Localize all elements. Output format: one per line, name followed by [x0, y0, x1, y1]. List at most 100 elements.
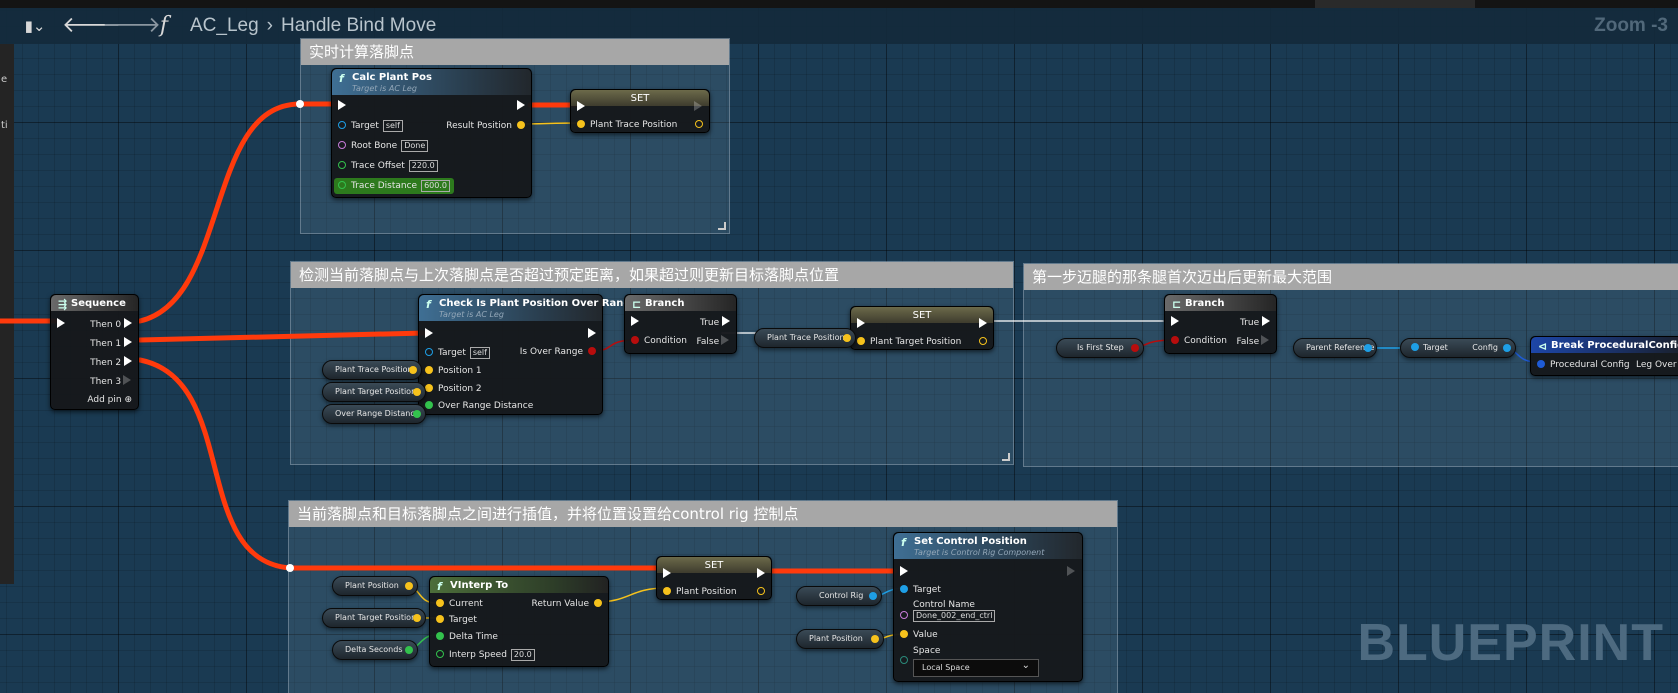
pin-label: Condition [1184, 336, 1227, 346]
output-pin[interactable] [974, 336, 987, 348]
exec-in-pin[interactable] [425, 328, 433, 341]
get-plant-trace-position[interactable]: Plant Trace Position [322, 360, 422, 380]
plant-target-position-pin[interactable]: Plant Target Position [857, 336, 961, 348]
exec-out-pin[interactable] [517, 100, 525, 113]
exec-out-pin[interactable] [1067, 566, 1076, 579]
position2-pin[interactable]: Position 2 [425, 383, 482, 395]
root-bone-pin[interactable]: Root Bone Done [338, 140, 429, 152]
interp-speed-value[interactable]: 20.0 [510, 649, 535, 661]
getter-label: Control Rig [819, 591, 864, 600]
condition-pin[interactable]: Condition [631, 335, 687, 347]
get-plant-target-position[interactable]: Plant Target Position [322, 382, 426, 402]
node-header: ⊏ Branch [625, 295, 736, 311]
then1-pin[interactable]: Then 1 [90, 337, 132, 350]
delta-time-pin[interactable]: Delta Time [436, 631, 498, 643]
control-name-value-row[interactable]: Done_002_end_ctrl [900, 610, 996, 622]
branch-node[interactable]: ⊏ Branch True Condition False [624, 294, 737, 354]
space-value-row[interactable]: Local Space [900, 656, 1039, 677]
pin-label: Plant Position [676, 587, 737, 597]
set-plant-trace-node[interactable]: SET Plant Trace Position [570, 89, 710, 133]
exec-in-pin[interactable] [857, 318, 865, 331]
true-pin[interactable]: True [1240, 316, 1270, 329]
target-pin[interactable]: Target self [425, 347, 490, 359]
get-is-first-step[interactable]: Is First Step [1056, 338, 1144, 358]
get-delta-seconds[interactable]: Delta Seconds [332, 640, 418, 660]
false-pin[interactable]: False [1237, 335, 1270, 348]
calc-plant-pos-node[interactable]: f Calc Plant Pos Target is AC Leg Target se… [331, 68, 532, 198]
value-pin[interactable]: Value [900, 629, 938, 641]
getter-label: Is First Step [1077, 343, 1124, 352]
check-over-range-node[interactable]: f Check Is Plant Position Over Range Targe… [418, 294, 637, 415]
is-over-range-pin[interactable]: Is Over Range [520, 346, 596, 358]
exec-in-pin[interactable] [338, 100, 346, 113]
over-range-distance-pin[interactable]: Over Range Distance [425, 400, 533, 412]
node-header: SET [851, 307, 993, 323]
exec-in-pin[interactable] [663, 568, 671, 581]
get-plant-trace-position[interactable]: Plant Trace Position [754, 328, 856, 348]
current-pin[interactable]: Current [436, 598, 483, 610]
exec-out-pin[interactable] [979, 318, 987, 331]
then2-pin[interactable]: Then 2 [90, 356, 132, 369]
exec-in-pin[interactable] [577, 101, 585, 114]
trace-distance-value[interactable]: 600.0 [421, 180, 450, 192]
set-plant-position-node[interactable]: SET Plant Position [656, 556, 772, 600]
branch-node[interactable]: ⊏ Branch True Condition False [1164, 294, 1277, 354]
get-plant-position[interactable]: Plant Position [332, 576, 418, 596]
plus-circle-icon: ⊕ [124, 395, 132, 405]
function-icon: f [901, 536, 906, 549]
reroute-knot[interactable] [286, 564, 294, 572]
position1-pin[interactable]: Position 1 [425, 365, 482, 377]
exec-out-pin[interactable] [757, 568, 765, 581]
blueprint-graph-canvas[interactable]: ▮⌄ 🡐 🡒 f AC_Leg › Handle Bind Move Zoom -3… [0, 0, 1678, 693]
trace-offset-pin[interactable]: Trace Offset 220.0 [338, 160, 438, 172]
return-value-pin[interactable]: Return Value [532, 598, 602, 610]
get-plant-position[interactable]: Plant Position [796, 629, 884, 649]
vinterp-to-node[interactable]: f VInterp To Current Return Value Target … [429, 576, 609, 667]
control-name-input[interactable]: Done_002_end_ctrl [913, 610, 996, 622]
space-dropdown[interactable]: Local Space [913, 658, 1039, 677]
reroute-knot[interactable] [296, 100, 304, 108]
output-pin[interactable] [690, 119, 703, 131]
trace-distance-pin[interactable]: Trace Distance 600.0 [334, 178, 454, 194]
then0-pin[interactable]: Then 0 [90, 318, 132, 331]
procedural-config-pin[interactable]: Procedural Config [1537, 359, 1630, 371]
interp-speed-pin[interactable]: Interp Speed 20.0 [436, 649, 535, 661]
result-position-pin[interactable]: Result Position [446, 120, 525, 132]
exec-in-pin[interactable] [631, 316, 639, 329]
exec-out-pin[interactable] [694, 101, 703, 114]
exec-in-pin[interactable] [900, 566, 908, 579]
add-pin-button[interactable]: Add pin ⊕ [87, 394, 132, 406]
exec-in-pin[interactable] [57, 318, 65, 331]
output-pin[interactable] [752, 586, 765, 598]
trace-offset-value[interactable]: 220.0 [408, 160, 438, 172]
true-pin[interactable]: True [700, 316, 730, 329]
getter-label: Plant Position [809, 634, 863, 643]
get-plant-target-position[interactable]: Plant Target Position [322, 608, 426, 628]
root-bone-value[interactable]: Done [401, 140, 429, 152]
exec-in-pin[interactable] [1171, 316, 1179, 329]
pin-label: Then 2 [90, 358, 122, 368]
pin-label: Result Position [446, 121, 512, 131]
exec-wire[interactable] [137, 101, 343, 324]
plant-trace-position-pin[interactable]: Plant Trace Position [577, 119, 677, 131]
exec-out-pin[interactable] [588, 328, 596, 341]
condition-pin[interactable]: Condition [1171, 335, 1227, 347]
plant-position-pin[interactable]: Plant Position [663, 586, 737, 598]
leg-over-range-pin[interactable]: Leg Over R [1636, 359, 1678, 371]
target-pin[interactable]: Target self [338, 120, 403, 132]
target-pin[interactable]: Target [900, 584, 941, 596]
then3-pin[interactable]: Then 3 [90, 375, 132, 388]
target-pin[interactable]: Target [436, 614, 477, 626]
get-over-range-distance[interactable]: Over Range Distance [322, 404, 426, 424]
exec-wire[interactable] [137, 330, 428, 343]
get-config-node[interactable]: Target Config [1400, 338, 1516, 358]
pin-label: Root Bone [351, 141, 398, 151]
break-procedural-config-node[interactable]: ⊲ Break ProceduralConfig Procedural Confi… [1530, 336, 1678, 376]
sequence-node[interactable]: ⇶ Sequence Then 0 Then 1 Then 2 Then 3 Ad… [50, 294, 139, 410]
false-pin[interactable]: False [697, 335, 730, 348]
set-control-position-node[interactable]: f Set Control Position Target is Control R… [893, 532, 1083, 682]
pin-label: Add pin [87, 395, 122, 405]
get-parent-reference[interactable]: Parent Reference [1293, 338, 1377, 358]
get-control-rig[interactable]: Control Rig [796, 586, 882, 606]
set-plant-target-node[interactable]: SET Plant Target Position [850, 306, 994, 350]
